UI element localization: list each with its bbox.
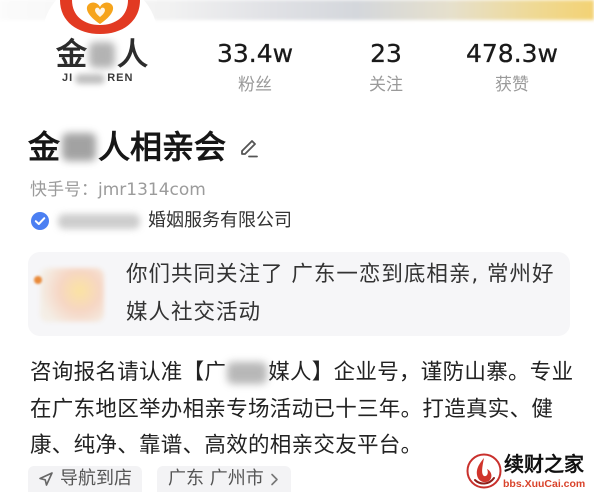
stat-followers[interactable]: 33.4w 粉丝 — [195, 38, 315, 96]
bio-line: 在广东地区举办相亲专场活动已十三年。打造真实、健 — [30, 396, 554, 422]
profile-name-start: 金 — [28, 128, 61, 166]
mutual-follow-text: 你们共同关注了 广东一恋到底相亲, 常州好 媒人社交活动 — [126, 256, 555, 332]
logo-latin-left: JI — [62, 72, 74, 84]
redacted-blur — [58, 213, 140, 229]
logo-wordmark: 金 人 — [56, 38, 148, 72]
watermark-url: bbs.XuuCai.com — [503, 478, 586, 490]
stat-followers-value: 33.4w — [216, 39, 294, 68]
company-name-suffix: 婚姻服务有限公司 — [148, 210, 292, 231]
watermark: 续财之家 bbs.XuuCai.com — [464, 450, 592, 492]
navigation-arrow-icon — [39, 472, 53, 486]
watermark-logo-icon — [466, 453, 502, 489]
location-label: 广东 广州市 — [168, 468, 264, 489]
chevron-right-icon — [271, 473, 278, 486]
redacted-blur — [62, 133, 97, 161]
stat-following-label: 关注 — [369, 75, 403, 95]
mutual-follow-avatar-mark — [34, 276, 42, 284]
navigate-to-store-label: 导航到店 — [60, 468, 132, 489]
stat-likes[interactable]: 478.3w 获赞 — [452, 38, 572, 96]
stat-likes-value: 478.3w — [465, 39, 559, 68]
profile-bio: 咨询报名请认准【广 媒人】企业号，谨防山寨。专业 在广东地区举办相亲专场活动已十三… — [30, 355, 573, 465]
profile-name: 金 人相亲会 — [28, 126, 260, 168]
stat-followers-label: 粉丝 — [238, 75, 272, 95]
logo-char-right: 人 — [117, 37, 148, 73]
redacted-blur — [75, 73, 106, 84]
mutual-follow-card[interactable]: 你们共同关注了 广东一恋到底相亲, 常州好 媒人社交活动 — [28, 252, 570, 336]
pencil-icon[interactable] — [236, 135, 260, 159]
mutual-follow-avatar — [40, 268, 104, 322]
bio-line: 咨询报名请认准【广 媒人】企业号，谨防山寨。专业 — [30, 355, 573, 392]
redacted-blur — [89, 42, 115, 68]
watermark-title: 续财之家 — [504, 452, 584, 476]
location-chip[interactable]: 广东 广州市 — [157, 466, 291, 492]
redacted-blur — [227, 362, 268, 384]
stat-following[interactable]: 23 关注 — [326, 38, 446, 96]
verified-badge-icon — [31, 212, 49, 230]
verified-company[interactable]: 婚姻服务有限公司 — [30, 210, 292, 232]
stat-following-value: 23 — [370, 39, 402, 68]
logo-char-left: 金 — [56, 37, 87, 73]
navigate-to-store-chip[interactable]: 导航到店 — [28, 466, 142, 492]
mutual-follow-line: 媒人社交活动 — [126, 300, 262, 325]
bio-line1-start: 咨询报名请认准【广 — [30, 360, 227, 385]
avatar[interactable]: 金 人 JI REN — [42, 0, 158, 96]
heart-hands-logo-icon — [60, 0, 140, 34]
mutual-follow-line: 你们共同关注了 广东一恋到底相亲, 常州好 — [126, 262, 555, 287]
stat-likes-label: 获赞 — [495, 75, 529, 95]
logo-latin-wordmark: JI REN — [62, 72, 133, 85]
profile-name-end: 人相亲会 — [98, 128, 227, 166]
bio-line1-end: 媒人】企业号，谨防山寨。专业 — [268, 360, 574, 385]
logo-latin-right: REN — [107, 72, 134, 84]
account-id[interactable]: 快手号：jmr1314com — [30, 179, 206, 201]
